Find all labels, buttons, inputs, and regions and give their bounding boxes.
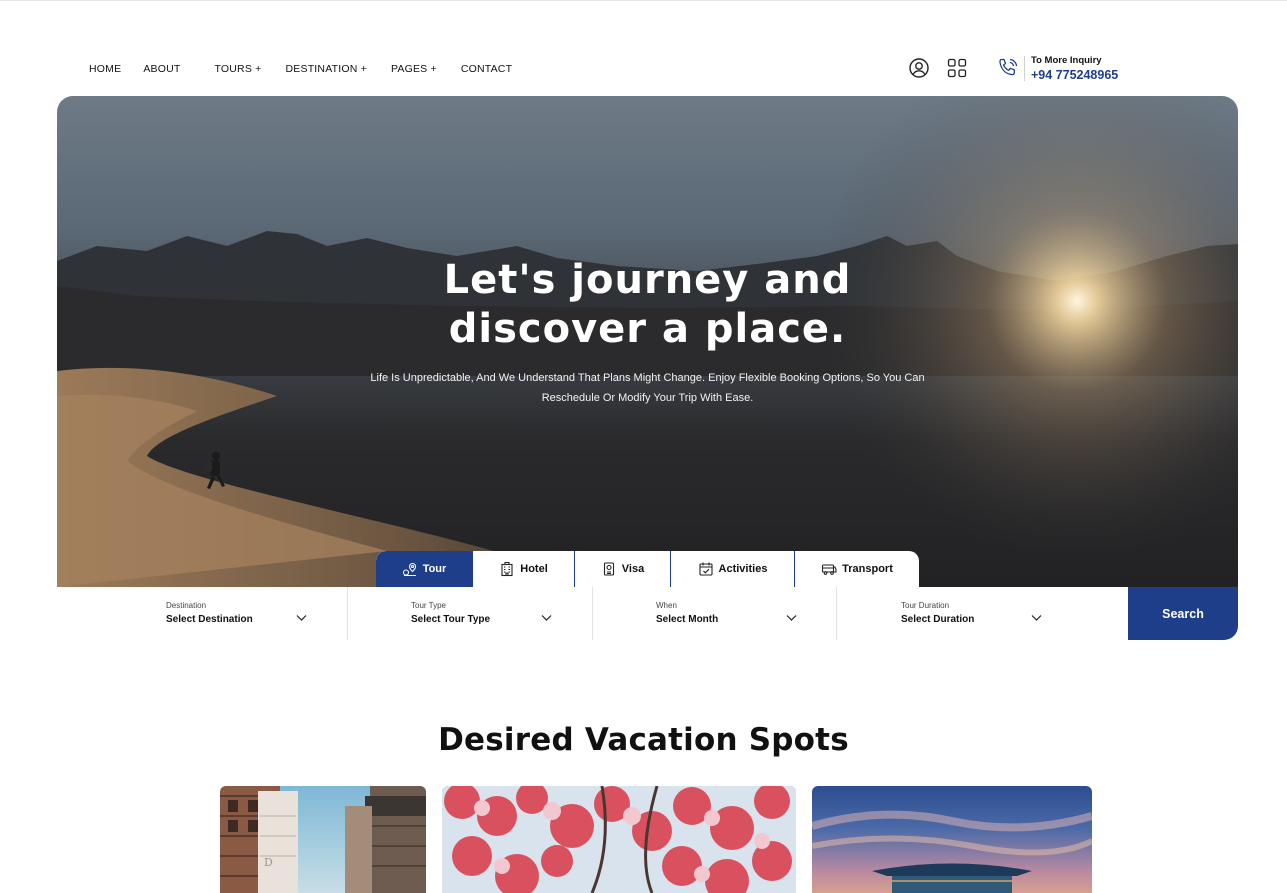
- tab-tour[interactable]: Tour: [376, 551, 473, 587]
- destination-select[interactable]: Destination Select Destination: [166, 587, 346, 640]
- main-nav: HOME ABOUT TOURS + DESTINATION + PAGES +…: [89, 41, 512, 96]
- user-circle-icon[interactable]: [908, 57, 930, 79]
- tab-activities[interactable]: Activities: [671, 551, 795, 587]
- search-button[interactable]: Search: [1128, 587, 1238, 640]
- bus-icon: [822, 564, 837, 575]
- destination-card-city[interactable]: D: [220, 786, 426, 893]
- nav-pages[interactable]: PAGES +: [391, 63, 437, 75]
- tab-hotel-label: Hotel: [520, 563, 548, 575]
- destination-card-palace[interactable]: [812, 786, 1092, 893]
- tab-transport[interactable]: Transport: [795, 551, 919, 587]
- hero-title-line-1: Let's journey and: [443, 257, 852, 303]
- chevron-down-icon: [541, 615, 552, 621]
- tab-hotel[interactable]: Hotel: [473, 551, 575, 587]
- destination-value: Select Destination: [166, 614, 253, 625]
- when-value: Select Month: [656, 614, 719, 625]
- section-title: Desired Vacation Spots: [438, 722, 849, 758]
- destination-label: Destination: [166, 601, 207, 610]
- passport-icon: [603, 562, 614, 576]
- hero-banner: Let's journey and discover a place. Life…: [57, 96, 1238, 587]
- hero-title-line-2: discover a place.: [448, 306, 847, 352]
- phone-icon[interactable]: [996, 56, 1020, 80]
- destination-card-blossom[interactable]: [442, 786, 796, 893]
- inquiry-phone[interactable]: +94 775248965: [1031, 68, 1118, 82]
- tour-type-label: Tour Type: [411, 601, 446, 610]
- tab-tour-label: Tour: [422, 563, 447, 575]
- duration-select[interactable]: Tour Duration Select Duration: [901, 587, 1081, 640]
- tab-visa[interactable]: Visa: [575, 551, 671, 587]
- grid-icon[interactable]: [946, 57, 968, 79]
- city-street-image: D: [220, 786, 426, 893]
- tab-transport-label: Transport: [842, 563, 893, 575]
- cherry-blossom-image: [442, 786, 796, 893]
- inquiry-label: To More Inquiry: [1031, 55, 1102, 66]
- chevron-down-icon: [786, 615, 797, 621]
- when-label: When: [656, 601, 677, 610]
- field-divider: [592, 587, 593, 640]
- tab-activities-label: Activities: [718, 563, 768, 575]
- hotel-icon: [501, 561, 513, 577]
- hero-title: Let's journey and discover a place.: [57, 256, 1238, 354]
- search-bar: Destination Select Destination Tour Type…: [57, 587, 1238, 640]
- nav-about[interactable]: ABOUT: [143, 63, 180, 75]
- nav-destination[interactable]: DESTINATION +: [286, 63, 367, 75]
- nav-contact[interactable]: CONTACT: [461, 63, 512, 75]
- hero-subtitle: Life Is Unpredictable, And We Understand…: [357, 368, 938, 408]
- palace-image: [812, 810, 1092, 893]
- tab-visa-label: Visa: [621, 563, 645, 575]
- duration-value: Select Duration: [901, 614, 975, 625]
- chevron-down-icon: [1031, 615, 1042, 621]
- tour-type-select[interactable]: Tour Type Select Tour Type: [411, 587, 591, 640]
- nav-tours[interactable]: TOURS +: [214, 63, 261, 75]
- hero-subtitle-line-1: Life Is Unpredictable, And We Understand…: [370, 372, 925, 384]
- top-strip: [0, 0, 1287, 41]
- svg-text:D: D: [264, 856, 273, 869]
- tour-type-value: Select Tour Type: [411, 614, 491, 625]
- site-header: HOME ABOUT TOURS + DESTINATION + PAGES +…: [0, 41, 1287, 96]
- field-divider: [347, 587, 348, 640]
- booking-tabs: Tour Hotel Visa Activities Transport: [376, 551, 919, 587]
- tour-pin-icon: [402, 562, 416, 577]
- hero-subtitle-line-2: Reschedule Or Modify Your Trip With Ease…: [541, 392, 754, 404]
- nav-home[interactable]: HOME: [89, 63, 121, 75]
- duration-label: Tour Duration: [901, 601, 950, 610]
- month-select[interactable]: When Select Month: [656, 587, 836, 640]
- calendar-icon: [698, 562, 713, 576]
- field-divider: [836, 587, 837, 640]
- inquiry-divider: [1024, 56, 1025, 81]
- chevron-down-icon: [296, 615, 307, 621]
